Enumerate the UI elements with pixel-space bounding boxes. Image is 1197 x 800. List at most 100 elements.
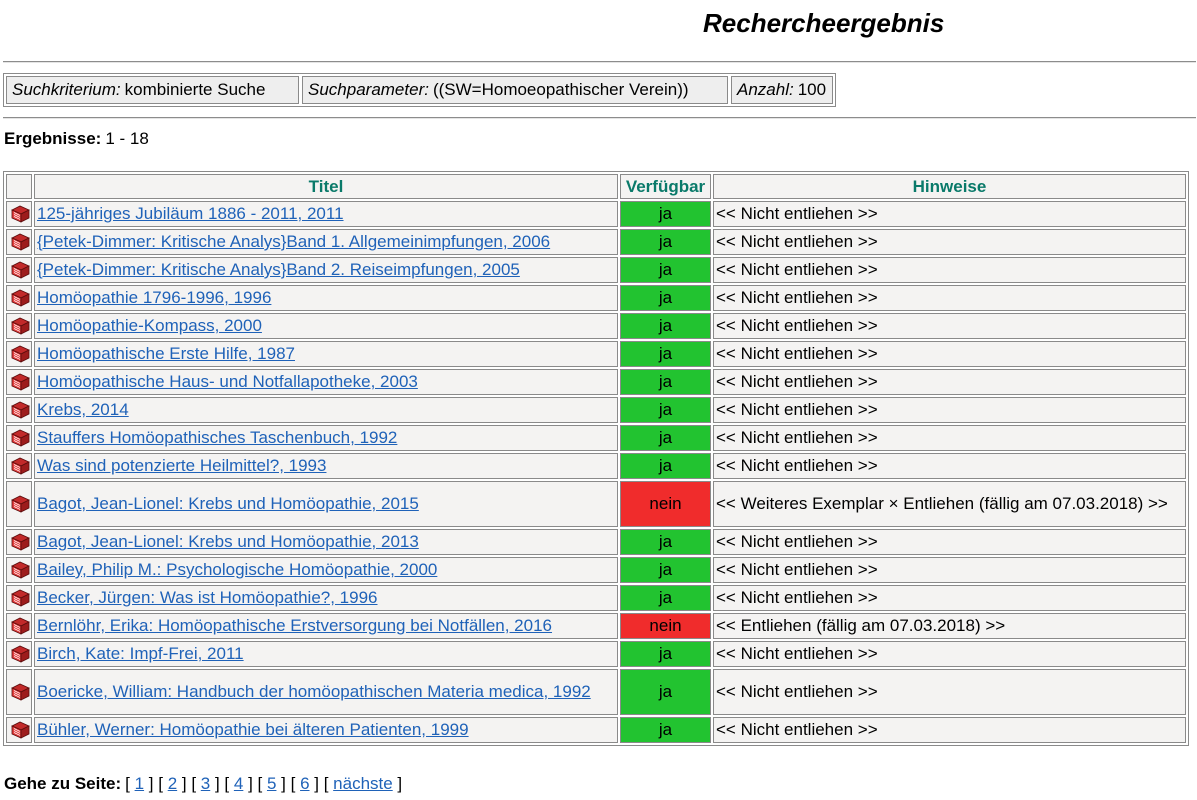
table-row: Homöopathie 1796-1996, 1996 ja << Nicht en…: [6, 285, 1186, 311]
row-icon-cell: [6, 201, 32, 227]
availability-badge: ja: [620, 229, 711, 255]
header-available: Verfügbar: [620, 174, 711, 199]
availability-badge: ja: [620, 201, 711, 227]
row-title-cell: {Petek-Dimmer: Kritische Analys}Band 1. …: [34, 229, 618, 255]
table-row: Bagot, Jean-Lionel: Krebs und Homöopathi…: [6, 529, 1186, 555]
page-link-1[interactable]: 1: [135, 774, 144, 793]
title-link[interactable]: Krebs, 2014: [37, 400, 129, 419]
row-title-cell: Homöopathie 1796-1996, 1996: [34, 285, 618, 311]
loan-note: << Nicht entliehen >>: [713, 557, 1186, 583]
loan-note: << Nicht entliehen >>: [713, 285, 1186, 311]
bracket: ] [: [309, 774, 334, 793]
row-icon-cell: [6, 229, 32, 255]
row-icon-cell: [6, 341, 32, 367]
title-link[interactable]: Birch, Kate: Impf-Frei, 2011: [37, 644, 244, 663]
next-page-link[interactable]: nächste: [333, 774, 393, 793]
pagination-label: Gehe zu Seite:: [4, 774, 122, 793]
loan-note: << Nicht entliehen >>: [713, 453, 1186, 479]
title-link[interactable]: Boericke, William: Handbuch der homöopat…: [37, 682, 591, 701]
availability-badge: ja: [620, 341, 711, 367]
availability-badge: ja: [620, 313, 711, 339]
loan-note: << Nicht entliehen >>: [713, 529, 1186, 555]
row-title-cell: Krebs, 2014: [34, 397, 618, 423]
bracket: ] [: [144, 774, 168, 793]
row-title-cell: Bailey, Philip M.: Psychologische Homöop…: [34, 557, 618, 583]
book-icon: [9, 204, 31, 224]
availability-badge: nein: [620, 481, 711, 527]
title-link[interactable]: Homöopathie 1796-1996, 1996: [37, 288, 271, 307]
page-title: Rechercheergebnis: [703, 8, 945, 38]
table-row: Bagot, Jean-Lionel: Krebs und Homöopathi…: [6, 481, 1186, 527]
row-title-cell: Bühler, Werner: Homöopathie bei älteren …: [34, 717, 618, 743]
book-icon: [9, 644, 31, 664]
book-icon: [9, 428, 31, 448]
title-link[interactable]: {Petek-Dimmer: Kritische Analys}Band 2. …: [37, 260, 520, 279]
loan-note: << Nicht entliehen >>: [713, 313, 1186, 339]
page-link-3[interactable]: 3: [201, 774, 210, 793]
row-title-cell: Homöopathische Erste Hilfe, 1987: [34, 341, 618, 367]
top-divider: [3, 61, 1196, 63]
row-icon-cell: [6, 313, 32, 339]
table-row: Bailey, Philip M.: Psychologische Homöop…: [6, 557, 1186, 583]
row-title-cell: Birch, Kate: Impf-Frei, 2011: [34, 641, 618, 667]
title-link[interactable]: Becker, Jürgen: Was ist Homöopathie?, 19…: [37, 588, 378, 607]
title-link[interactable]: {Petek-Dimmer: Kritische Analys}Band 1. …: [37, 232, 550, 251]
title-link[interactable]: Homöopathie-Kompass, 2000: [37, 316, 262, 335]
criterion-cell: Suchkriterium: kombinierte Suche: [6, 76, 299, 104]
table-row: Birch, Kate: Impf-Frei, 2011 ja << Nicht e…: [6, 641, 1186, 667]
title-link[interactable]: Was sind potenzierte Heilmittel?, 1993: [37, 456, 326, 475]
parameter-cell: Suchparameter: ((SW=Homoeopathischer Ver…: [302, 76, 728, 104]
book-icon: [9, 456, 31, 476]
title-link[interactable]: Bagot, Jean-Lionel: Krebs und Homöopathi…: [37, 494, 419, 513]
page-link-4[interactable]: 4: [234, 774, 243, 793]
row-title-cell: Bernlöhr, Erika: Homöopathische Erstvers…: [34, 613, 618, 639]
table-row: {Petek-Dimmer: Kritische Analys}Band 2. …: [6, 257, 1186, 283]
bracket: ]: [392, 774, 403, 793]
search-criteria-bar: Suchkriterium: kombinierte Suche Suchpar…: [3, 73, 836, 107]
page-link-6[interactable]: 6: [300, 774, 309, 793]
loan-note: << Nicht entliehen >>: [713, 201, 1186, 227]
availability-badge: ja: [620, 585, 711, 611]
title-link[interactable]: Homöopathische Erste Hilfe, 1987: [37, 344, 295, 363]
row-icon-cell: [6, 397, 32, 423]
page-link-2[interactable]: 2: [168, 774, 177, 793]
loan-note: << Nicht entliehen >>: [713, 669, 1186, 715]
table-header-row: Titel Verfügbar Hinweise: [6, 174, 1186, 199]
title-link[interactable]: Homöopathische Haus- und Notfallapotheke…: [37, 372, 418, 391]
title-link[interactable]: Stauffers Homöopathisches Taschenbuch, 1…: [37, 428, 397, 447]
title-link[interactable]: Bernlöhr, Erika: Homöopathische Erstvers…: [37, 616, 552, 635]
header-title: Titel: [34, 174, 618, 199]
availability-badge: ja: [620, 369, 711, 395]
book-icon: [9, 560, 31, 580]
row-title-cell: Becker, Jürgen: Was ist Homöopathie?, 19…: [34, 585, 618, 611]
row-title-cell: Was sind potenzierte Heilmittel?, 1993: [34, 453, 618, 479]
loan-note: << Nicht entliehen >>: [713, 641, 1186, 667]
row-icon-cell: [6, 717, 32, 743]
book-icon: [9, 400, 31, 420]
availability-badge: ja: [620, 397, 711, 423]
availability-badge: ja: [620, 285, 711, 311]
title-link[interactable]: Bailey, Philip M.: Psychologische Homöop…: [37, 560, 437, 579]
table-row: Krebs, 2014 ja << Nicht entliehen >>: [6, 397, 1186, 423]
title-link[interactable]: Bühler, Werner: Homöopathie bei älteren …: [37, 720, 469, 739]
title-link[interactable]: Bagot, Jean-Lionel: Krebs und Homöopathi…: [37, 532, 419, 551]
book-icon: [9, 288, 31, 308]
availability-badge: ja: [620, 453, 711, 479]
title-link[interactable]: 125-jähriges Jubiläum 1886 - 2011, 2011: [37, 204, 344, 223]
row-icon-cell: [6, 481, 32, 527]
results-range-value: 1 - 18: [105, 129, 149, 148]
row-icon-cell: [6, 613, 32, 639]
availability-badge: ja: [620, 641, 711, 667]
count-label: Anzahl:: [737, 80, 794, 99]
results-label: Ergebnisse:: [4, 129, 102, 148]
row-title-cell: Homöopathische Haus- und Notfallapotheke…: [34, 369, 618, 395]
header-icon-col: [6, 174, 32, 199]
table-row: Was sind potenzierte Heilmittel?, 1993 ja…: [6, 453, 1186, 479]
row-icon-cell: [6, 557, 32, 583]
middle-divider: [3, 117, 1196, 119]
loan-note: << Nicht entliehen >>: [713, 369, 1186, 395]
book-icon: [9, 588, 31, 608]
row-icon-cell: [6, 669, 32, 715]
availability-badge: nein: [620, 613, 711, 639]
row-icon-cell: [6, 369, 32, 395]
